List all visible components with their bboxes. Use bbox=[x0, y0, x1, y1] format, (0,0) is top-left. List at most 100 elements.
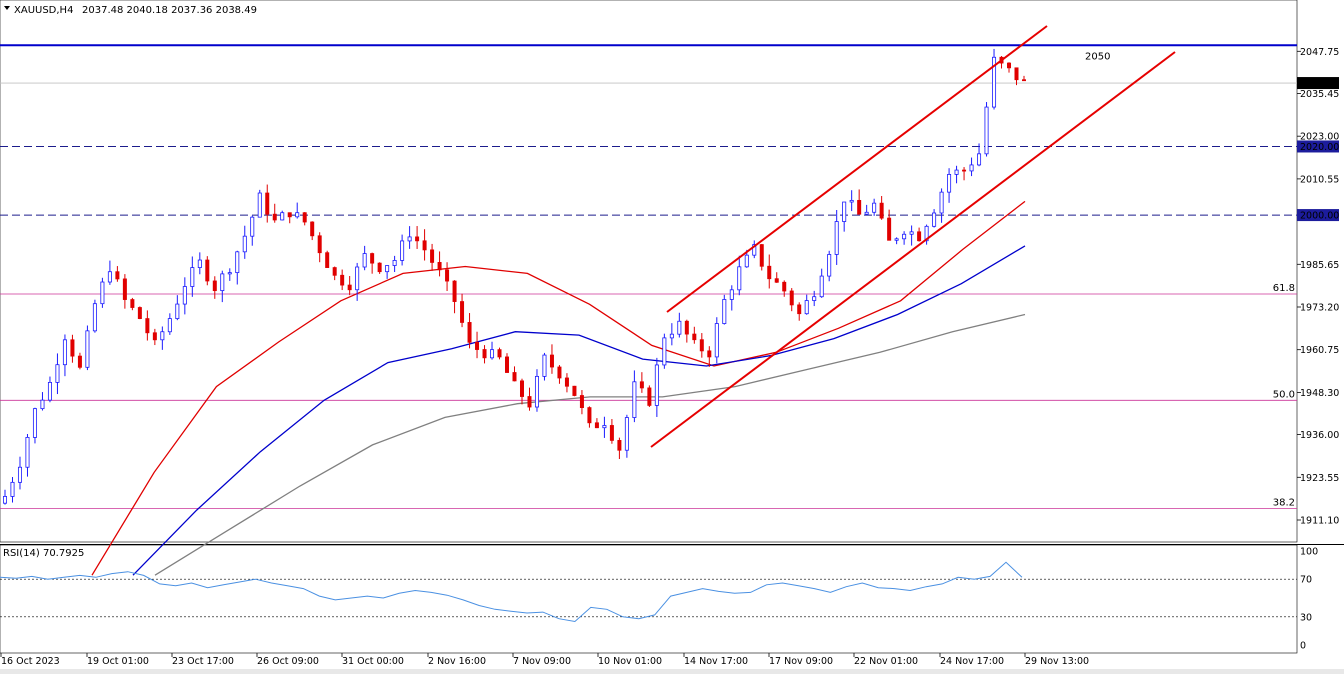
candle-body bbox=[415, 236, 420, 242]
candle-body bbox=[70, 339, 75, 357]
x-tick-label: 17 Nov 09:00 bbox=[769, 656, 833, 667]
candle-body bbox=[812, 296, 817, 301]
candle-body bbox=[729, 289, 734, 300]
candle-body bbox=[617, 440, 622, 451]
candle-body bbox=[227, 272, 232, 275]
candle-body bbox=[137, 307, 142, 319]
candle-body bbox=[677, 320, 682, 335]
candle-body bbox=[145, 318, 150, 334]
candle-body bbox=[984, 106, 989, 155]
candle-body bbox=[962, 169, 967, 172]
price-axis: 2047.752035.452023.002010.551985.651973.… bbox=[1297, 47, 1339, 527]
candle-body bbox=[594, 422, 599, 429]
candle-body bbox=[707, 350, 712, 358]
candle-body bbox=[182, 286, 187, 305]
candle-body bbox=[819, 275, 824, 298]
candle-body bbox=[692, 333, 697, 341]
candle-body bbox=[759, 244, 764, 267]
y-tick-label: 2035.45 bbox=[1300, 89, 1339, 100]
candle-body bbox=[564, 377, 569, 387]
candle-body bbox=[445, 269, 450, 282]
candle-body bbox=[954, 169, 959, 175]
rsi-tick-label: 100 bbox=[1300, 547, 1318, 558]
candle-body bbox=[977, 153, 982, 166]
candle-body bbox=[250, 216, 255, 237]
candle-body bbox=[872, 202, 877, 213]
y-tick-label: 2047.75 bbox=[1300, 47, 1339, 58]
candle-body bbox=[527, 396, 532, 408]
candle-body bbox=[490, 349, 495, 359]
candle-body bbox=[197, 259, 202, 268]
candle-body bbox=[939, 191, 944, 214]
candle-body bbox=[287, 212, 292, 218]
rsi-header: RSI(14) 70.7925 bbox=[3, 548, 84, 559]
candle-body bbox=[782, 281, 787, 292]
time-axis: 16 Oct 2023 19 Oct 01:00 23 Oct 17:00 26 Oc… bbox=[0, 653, 1344, 674]
candle-body bbox=[325, 252, 330, 268]
candle-body bbox=[340, 274, 345, 286]
candle-body bbox=[827, 254, 832, 277]
candle-body bbox=[385, 265, 390, 273]
y-tick-label: 1936.00 bbox=[1300, 430, 1339, 441]
candle-body bbox=[774, 278, 779, 283]
candle-body bbox=[407, 236, 412, 242]
candle-body bbox=[355, 266, 360, 291]
candle-body bbox=[475, 341, 480, 350]
candle-body bbox=[542, 354, 547, 377]
horizontal-scrollbar[interactable] bbox=[0, 669, 1344, 674]
y-tick-label: 1948.30 bbox=[1300, 388, 1339, 399]
candle-body bbox=[3, 496, 8, 504]
price-chart[interactable]: 61.850.038.22050 2047.752035.452023.0020… bbox=[0, 0, 1344, 674]
candle-body bbox=[242, 235, 247, 253]
candle-body bbox=[602, 425, 607, 429]
x-tick-label: 31 Oct 00:00 bbox=[342, 656, 404, 667]
rsi-pane-frame bbox=[0, 544, 1298, 654]
candle-body bbox=[107, 271, 112, 283]
y-tick-label: 2010.55 bbox=[1300, 174, 1339, 185]
candle-body bbox=[152, 332, 157, 341]
candle-body bbox=[579, 395, 584, 409]
level-2020-tag: 2020.00 bbox=[1300, 142, 1339, 153]
candle-body bbox=[272, 213, 277, 221]
candle-body bbox=[639, 381, 644, 389]
symbol-label: XAUUSD,H4 bbox=[14, 5, 73, 16]
y-tick-label: 1923.55 bbox=[1300, 473, 1339, 484]
candle-body bbox=[392, 260, 397, 266]
candle-body bbox=[347, 284, 352, 291]
candle-body bbox=[437, 262, 442, 271]
candle-body bbox=[17, 466, 22, 483]
candle-body bbox=[460, 301, 465, 323]
candle-body bbox=[917, 231, 922, 242]
candle-body bbox=[235, 251, 240, 274]
candle-body bbox=[632, 381, 637, 418]
candle-body bbox=[400, 240, 405, 261]
candle-body bbox=[842, 201, 847, 222]
candle-body bbox=[662, 337, 667, 366]
candle-body bbox=[864, 211, 869, 215]
candle-body bbox=[47, 381, 52, 401]
candle-body bbox=[40, 399, 45, 410]
candle-body bbox=[220, 273, 225, 292]
candle-body bbox=[130, 299, 135, 308]
candle-body bbox=[362, 253, 367, 268]
candle-body bbox=[497, 349, 502, 358]
candle-body bbox=[512, 372, 517, 382]
candle-body bbox=[377, 262, 382, 273]
candle-body bbox=[467, 322, 472, 343]
candle-body bbox=[887, 217, 892, 241]
x-tick-label: 14 Nov 17:00 bbox=[684, 656, 748, 667]
candle-body bbox=[557, 366, 562, 379]
candle-body bbox=[422, 240, 427, 251]
rsi-tick-label: 70 bbox=[1300, 575, 1312, 586]
candle-body bbox=[62, 339, 67, 366]
candle-body bbox=[310, 221, 315, 237]
x-tick-label: 16 Oct 2023 bbox=[1, 656, 60, 667]
candle-body bbox=[10, 481, 15, 497]
candle-body bbox=[684, 320, 689, 335]
candle-body bbox=[505, 356, 510, 373]
candle-body bbox=[1014, 67, 1019, 81]
fib-level-label: 50.0 bbox=[1273, 389, 1295, 400]
x-tick-label: 7 Nov 09:00 bbox=[513, 656, 571, 667]
main-pane-frame bbox=[0, 0, 1298, 543]
x-tick-label: 22 Nov 01:00 bbox=[854, 656, 918, 667]
